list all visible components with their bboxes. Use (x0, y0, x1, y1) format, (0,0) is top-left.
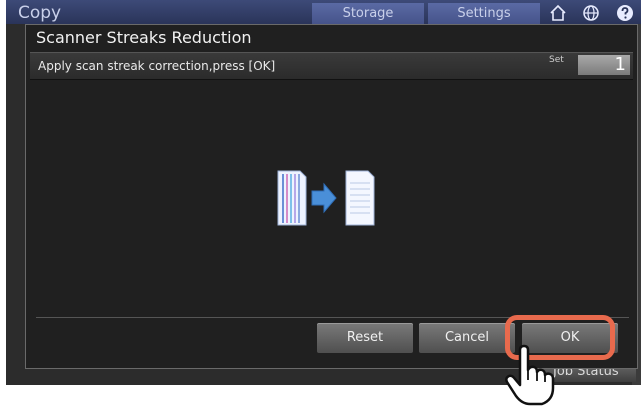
set-count-field: 1 (578, 55, 630, 75)
cancel-button[interactable]: Cancel (419, 323, 515, 353)
tab-storage[interactable]: Storage (312, 3, 424, 24)
help-icon[interactable] (615, 3, 635, 23)
globe-icon[interactable] (581, 3, 601, 23)
dialog-message: Apply scan streak correction,press [OK] (38, 59, 276, 73)
dialog-title: Scanner Streaks Reduction (36, 28, 252, 47)
streak-correction-icon (277, 170, 375, 226)
app-title: Copy (18, 3, 62, 23)
tab-settings[interactable]: Settings (428, 3, 540, 24)
message-bar: Apply scan streak correction,press [OK] … (30, 52, 633, 80)
pointer-hand-icon (505, 344, 555, 406)
home-icon[interactable] (548, 3, 568, 23)
top-bar: Copy Storage Settings (6, 0, 641, 24)
reset-button[interactable]: Reset (317, 323, 413, 353)
set-label: Set (549, 55, 564, 65)
